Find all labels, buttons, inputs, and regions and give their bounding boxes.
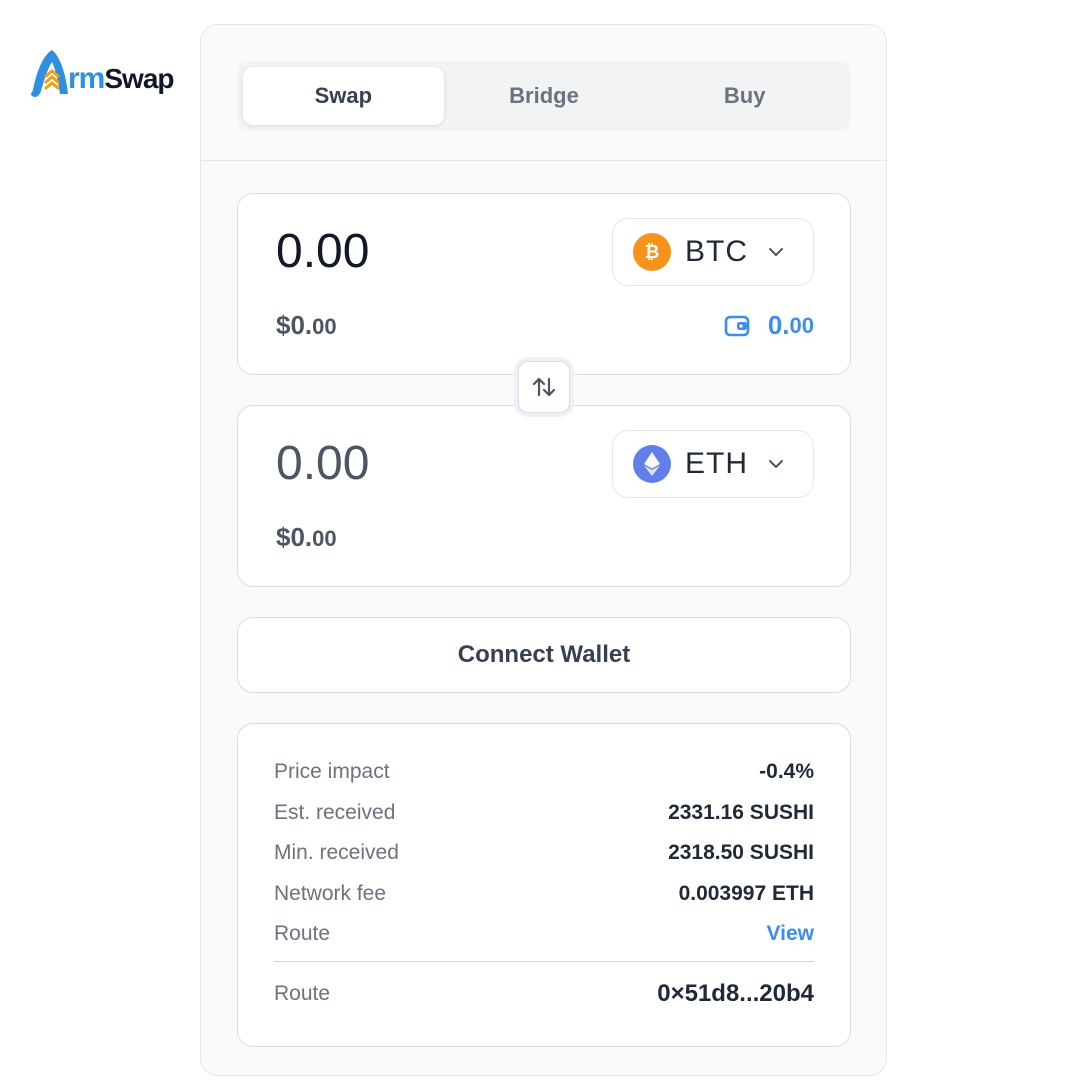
detail-label: Min. received bbox=[274, 841, 399, 865]
to-usd-value: $0.00 bbox=[276, 522, 337, 553]
chevron-down-icon bbox=[769, 460, 783, 468]
tab-swap[interactable]: Swap bbox=[243, 67, 444, 125]
logo-text-part2: Swap bbox=[104, 63, 174, 94]
svg-text:₿: ₿ bbox=[645, 242, 660, 262]
detail-row-route: Route View bbox=[274, 914, 814, 955]
to-amount-input[interactable]: 0.00 bbox=[276, 436, 369, 491]
arrows-up-down-icon bbox=[532, 377, 556, 397]
logo-text: rmSwap bbox=[68, 62, 175, 96]
route-address-value: 0×51d8...20b4 bbox=[657, 979, 814, 1007]
tab-buy[interactable]: Buy bbox=[644, 67, 845, 125]
from-usd-value: $0.00 bbox=[276, 310, 337, 341]
from-usd-main: $0. bbox=[276, 310, 313, 340]
from-amount-input[interactable]: 0.00 bbox=[276, 224, 369, 279]
from-balance[interactable]: 0. 00 bbox=[724, 310, 814, 341]
from-balance-cents: 00 bbox=[789, 312, 814, 338]
detail-row-est-received: Est. received 2331.16 SUSHI bbox=[274, 793, 814, 834]
swap-details: Price impact -0.4% Est. received 2331.16… bbox=[237, 723, 851, 1047]
detail-value: 2331.16 SUSHI bbox=[668, 800, 814, 824]
brand-logo[interactable]: rmSwap bbox=[28, 44, 193, 100]
from-token-label: BTC bbox=[685, 235, 748, 268]
details-divider bbox=[274, 960, 814, 962]
detail-row-min-received: Min. received 2318.50 SUSHI bbox=[274, 833, 814, 874]
route-view-link[interactable]: View bbox=[767, 922, 814, 946]
ethereum-icon bbox=[633, 445, 671, 483]
to-usd-cents: 00 bbox=[312, 526, 337, 551]
detail-label: Route bbox=[274, 981, 331, 1005]
logo-mark-icon bbox=[28, 46, 72, 98]
mode-tabs: Swap Bridge Buy bbox=[237, 61, 851, 131]
to-usd-main: $0. bbox=[276, 522, 313, 552]
to-panel: 0.00 ETH $0.00 bbox=[237, 405, 851, 587]
swap-card: Swap Bridge Buy 0.00 ₿ BTC $0.00 0. 00 0… bbox=[200, 24, 887, 1076]
to-token-label: ETH bbox=[685, 447, 748, 480]
swap-direction-inner bbox=[518, 361, 570, 413]
card-header: Swap Bridge Buy bbox=[201, 25, 886, 161]
from-usd-cents: 00 bbox=[312, 314, 337, 339]
detail-value: -0.4% bbox=[759, 760, 814, 784]
from-panel: 0.00 ₿ BTC $0.00 0. 00 bbox=[237, 193, 851, 375]
detail-label: Network fee bbox=[274, 881, 387, 905]
from-token-selector[interactable]: ₿ BTC bbox=[612, 218, 814, 286]
detail-label: Route bbox=[274, 922, 331, 946]
chevron-down-icon bbox=[769, 248, 783, 256]
detail-value: 0.003997 ETH bbox=[678, 881, 814, 905]
detail-label: Price impact bbox=[274, 760, 390, 784]
bitcoin-icon: ₿ bbox=[633, 233, 671, 271]
tab-bridge[interactable]: Bridge bbox=[444, 67, 645, 125]
detail-value: 2318.50 SUSHI bbox=[668, 841, 814, 865]
detail-row-route-address: Route 0×51d8...20b4 bbox=[274, 974, 814, 1015]
detail-row-price-impact: Price impact -0.4% bbox=[274, 752, 814, 793]
from-balance-main: 0. bbox=[767, 310, 790, 340]
detail-label: Est. received bbox=[274, 800, 396, 824]
detail-row-network-fee: Network fee 0.003997 ETH bbox=[274, 874, 814, 915]
logo-text-part1: rm bbox=[68, 62, 105, 95]
wallet-icon bbox=[724, 315, 750, 336]
swap-direction-button[interactable] bbox=[514, 357, 574, 417]
to-token-selector[interactable]: ETH bbox=[612, 430, 814, 498]
connect-wallet-button[interactable]: Connect Wallet bbox=[237, 617, 851, 693]
